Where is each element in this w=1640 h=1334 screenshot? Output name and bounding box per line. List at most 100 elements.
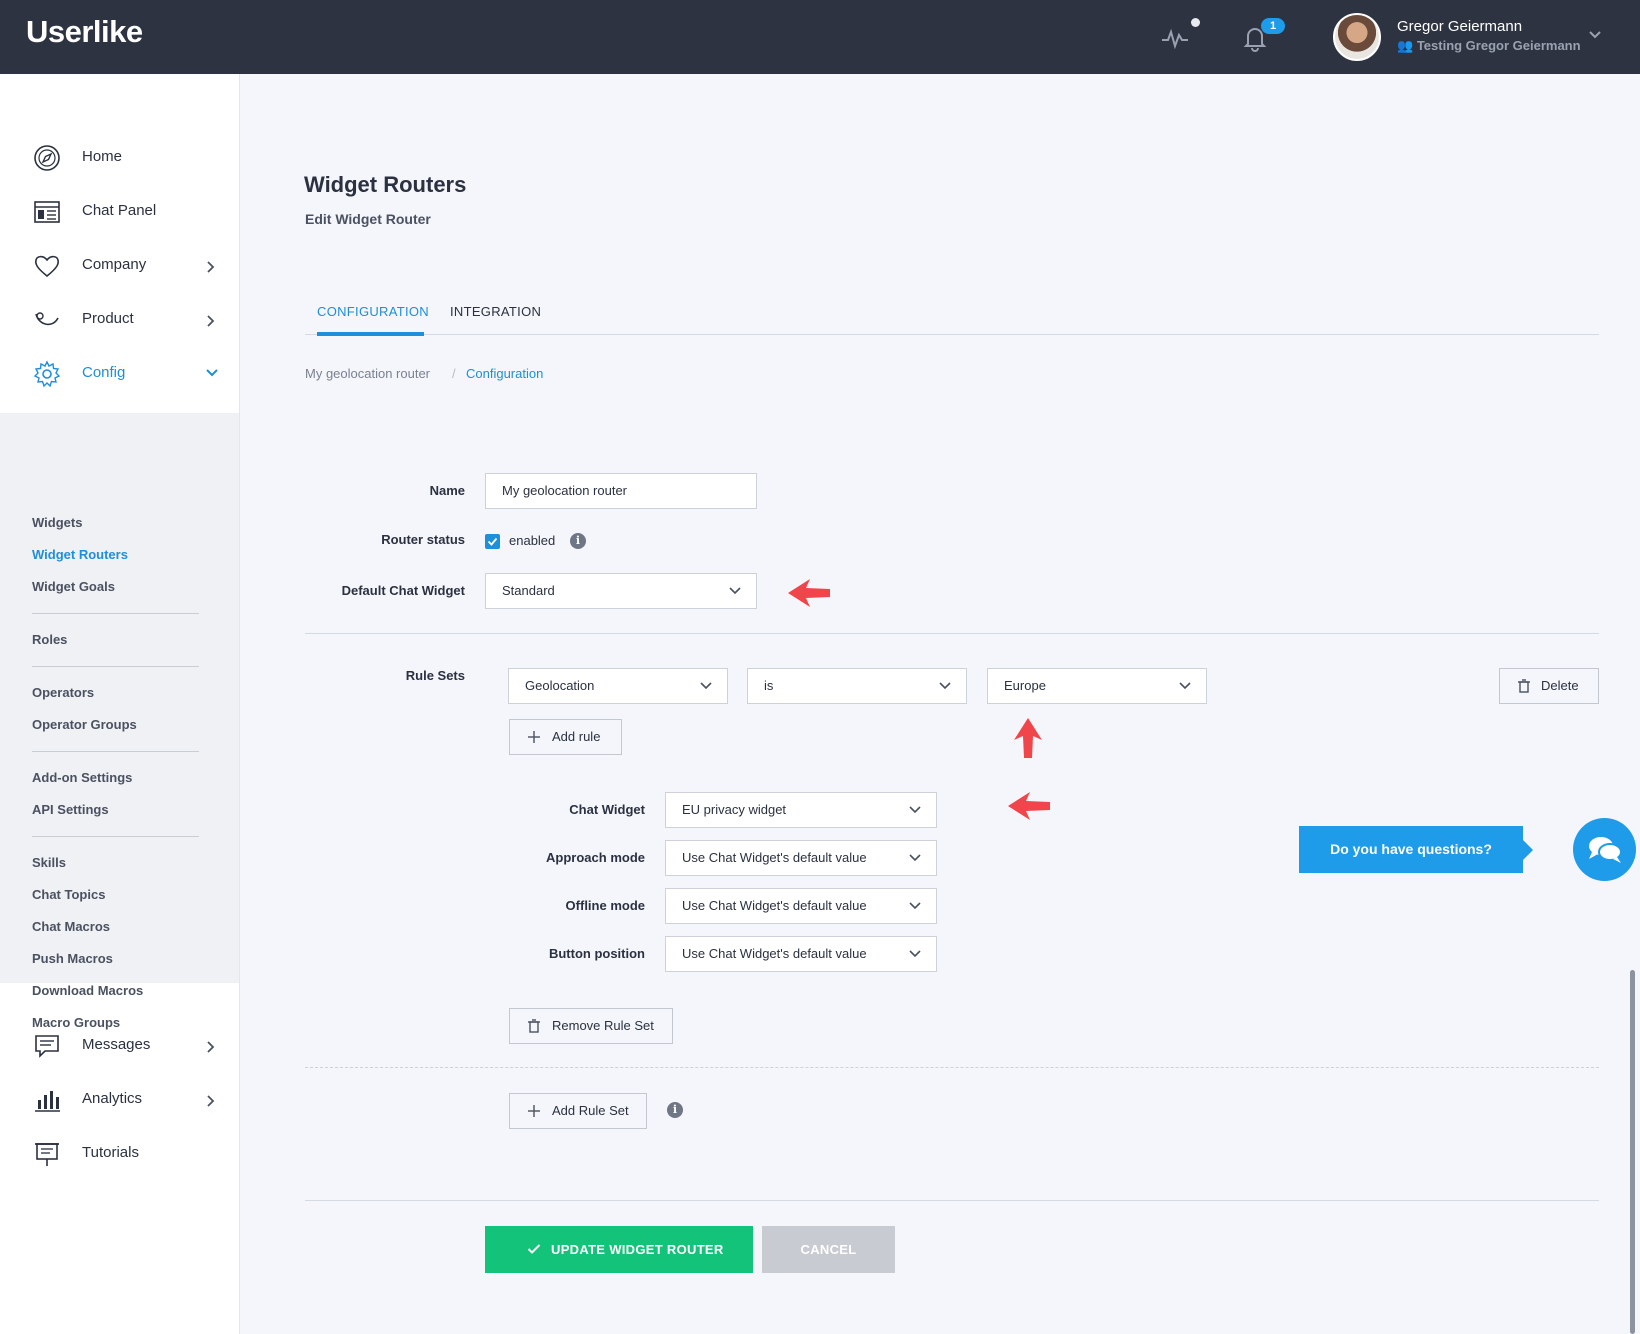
default-chat-widget-value: Standard (502, 583, 555, 598)
approach-mode-label: Approach mode (546, 850, 645, 865)
submenu-item-operators[interactable]: Operators (32, 685, 94, 700)
chat-widget-select[interactable]: EU privacy widget (665, 792, 937, 828)
offline-mode-label: Offline mode (565, 898, 645, 913)
default-chat-widget-select[interactable]: Standard (485, 573, 757, 609)
enabled-checkbox[interactable] (485, 534, 500, 549)
chevron-down-icon (909, 806, 921, 814)
chat-prompt-bubble[interactable]: Do you have questions? (1299, 826, 1523, 873)
add-rule-set-label: Add Rule Set (552, 1103, 629, 1118)
button-position-label: Button position (548, 946, 645, 961)
delete-rule-button[interactable]: Delete (1499, 668, 1599, 704)
trash-icon (528, 1019, 540, 1033)
submenu-item-widget-routers[interactable]: Widget Routers (32, 547, 128, 562)
sidebar-item-label: Product (82, 310, 134, 327)
chevron-down-icon (909, 902, 921, 910)
sidebar-item-label: Home (82, 148, 123, 165)
chevron-down-icon (729, 587, 741, 595)
submenu-item-addon-settings[interactable]: Add-on Settings (32, 770, 132, 785)
tab-integration[interactable]: INTEGRATION (450, 304, 541, 319)
product-icon (35, 312, 59, 326)
submenu-item-chat-topics[interactable]: Chat Topics (32, 887, 105, 902)
chevron-right-icon (207, 1095, 215, 1107)
submenu-item-push-macros[interactable]: Push Macros (32, 951, 113, 966)
gear-icon (33, 360, 61, 388)
chat-prompt-tip (1523, 840, 1533, 860)
offline-mode-select[interactable]: Use Chat Widget's default value (665, 888, 937, 924)
top-bar: Userlike 1 Gregor Geiermann 👥 Testing Gr… (0, 0, 1640, 74)
chevron-right-icon (207, 315, 215, 327)
page-scrollbar[interactable] (1630, 970, 1635, 1334)
sidebar-item-tutorials[interactable]: Tutorials (0, 1134, 240, 1174)
annotation-arrow-left-icon (788, 579, 830, 607)
avatar[interactable] (1333, 13, 1381, 61)
chat-bubbles-icon (1589, 837, 1622, 863)
info-icon[interactable]: i (570, 533, 586, 549)
sidebar-item-config[interactable]: Config (0, 354, 240, 394)
breadcrumb-configuration[interactable]: Configuration (466, 366, 543, 381)
default-chat-widget-label: Default Chat Widget (341, 583, 465, 598)
breadcrumb-router[interactable]: My geolocation router (305, 366, 430, 381)
rule-field-select[interactable]: Geolocation (508, 668, 728, 704)
sidebar-item-home[interactable]: Home (0, 138, 240, 178)
user-subtitle-text: Testing Gregor Geiermann (1416, 38, 1581, 53)
submenu-item-widgets[interactable]: Widgets (32, 515, 82, 530)
breadcrumb-separator: / (452, 366, 456, 381)
config-submenu: Widgets Widget Routers Widget Goals Role… (0, 413, 239, 1030)
chevron-right-icon (207, 1041, 215, 1053)
submenu-item-roles[interactable]: Roles (32, 632, 67, 647)
plus-icon (528, 731, 540, 743)
compass-icon (34, 145, 60, 171)
rule-sets-label: Rule Sets (405, 668, 465, 683)
chat-panel-icon (34, 201, 60, 223)
sidebar-item-label: Chat Panel (82, 202, 157, 219)
chat-launcher-button[interactable] (1573, 818, 1636, 881)
submenu-item-download-macros[interactable]: Download Macros (32, 983, 143, 998)
user-name[interactable]: Gregor Geiermann (1397, 18, 1522, 35)
check-icon (487, 537, 498, 546)
chevron-down-icon[interactable] (1588, 30, 1602, 40)
sidebar-item-messages[interactable]: Messages (0, 1026, 240, 1066)
submenu-item-operator-groups[interactable]: Operator Groups (32, 717, 137, 732)
sidebar-item-label: Config (82, 364, 126, 381)
button-position-select[interactable]: Use Chat Widget's default value (665, 936, 937, 972)
name-input[interactable]: My geolocation router (485, 473, 757, 509)
add-rule-set-button[interactable]: Add Rule Set (509, 1093, 647, 1129)
sidebar-item-analytics[interactable]: Analytics (0, 1080, 240, 1120)
router-status-label: Router status (381, 532, 465, 547)
sidebar-item-chat-panel[interactable]: Chat Panel (0, 192, 240, 232)
add-rule-label: Add rule (552, 729, 601, 744)
rule-operator-select[interactable]: is (747, 668, 967, 704)
annotation-arrow-up-icon (1014, 718, 1042, 758)
add-rule-button[interactable]: Add rule (509, 719, 622, 755)
approach-mode-select[interactable]: Use Chat Widget's default value (665, 840, 937, 876)
rule-set-divider (305, 1067, 1599, 1068)
sidebar-item-company[interactable]: Company (0, 246, 240, 286)
activity-icon[interactable] (1160, 26, 1190, 50)
cancel-button[interactable]: CANCEL (762, 1226, 895, 1273)
sidebar-item-label: Company (82, 256, 147, 273)
page-title: Widget Routers (304, 172, 467, 197)
sidebar-item-label: Analytics (82, 1090, 143, 1107)
rule-value-select[interactable]: Europe (987, 668, 1207, 704)
submenu-item-api-settings[interactable]: API Settings (32, 802, 109, 817)
update-widget-router-button[interactable]: UPDATE WIDGET ROUTER (485, 1226, 753, 1273)
submenu-item-skills[interactable]: Skills (32, 855, 66, 870)
sidebar: Home Chat Panel Company Product Config W… (0, 74, 240, 1334)
rule-value-value: Europe (1004, 678, 1046, 693)
info-icon[interactable]: i (667, 1102, 683, 1118)
submenu-divider (32, 751, 199, 752)
submenu-item-widget-goals[interactable]: Widget Goals (32, 579, 115, 594)
name-label: Name (429, 483, 465, 498)
chevron-right-icon (207, 261, 215, 273)
submenu-item-chat-macros[interactable]: Chat Macros (32, 919, 110, 934)
tab-configuration[interactable]: CONFIGURATION (317, 304, 429, 319)
enabled-label: enabled (509, 533, 556, 548)
sidebar-item-product[interactable]: Product (0, 300, 240, 340)
chevron-down-icon (1179, 682, 1191, 690)
check-icon (527, 1244, 541, 1254)
userlike-logo[interactable]: Userlike (26, 14, 143, 50)
rule-operator-value: is (764, 678, 774, 693)
remove-rule-set-button[interactable]: Remove Rule Set (509, 1008, 673, 1044)
status-dot (1191, 18, 1200, 27)
sidebar-item-label: Tutorials (82, 1144, 139, 1161)
